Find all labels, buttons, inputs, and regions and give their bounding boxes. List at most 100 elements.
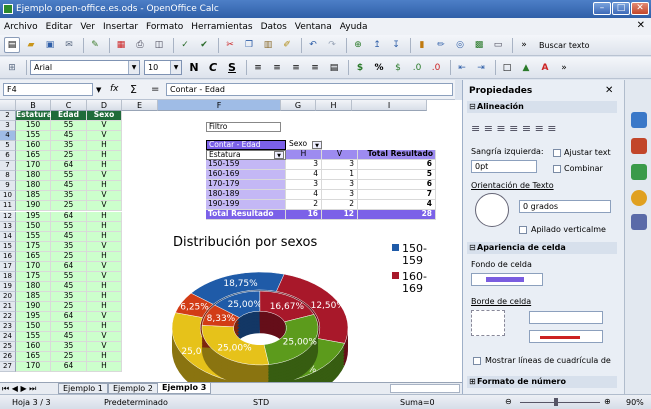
row-header-14[interactable]: 14 bbox=[0, 231, 16, 242]
row-header-26[interactable]: 26 bbox=[0, 352, 16, 363]
row-header-12[interactable]: 12 bbox=[0, 211, 16, 222]
format-paintbrush-icon[interactable]: ✐ bbox=[279, 37, 295, 53]
chevron-down-icon[interactable]: ▼ bbox=[128, 61, 139, 74]
delete-decimal-icon[interactable]: .0 bbox=[428, 60, 444, 76]
pivot-data-label[interactable]: Contar - Edad bbox=[206, 140, 286, 150]
pivot-total-value[interactable]: 16 bbox=[286, 209, 322, 220]
email-icon[interactable]: ✉ bbox=[61, 37, 77, 53]
data-cell[interactable]: V bbox=[87, 201, 122, 212]
pivot-value[interactable]: 7 bbox=[358, 189, 436, 200]
sum-readout[interactable]: Suma=0 bbox=[400, 398, 435, 407]
row-header-17[interactable]: 17 bbox=[0, 261, 16, 272]
row-header-25[interactable]: 25 bbox=[0, 342, 16, 353]
borders-icon[interactable]: □ bbox=[499, 60, 515, 76]
pivot-total-value[interactable]: 12 bbox=[322, 209, 358, 220]
undo-icon[interactable]: ↶ bbox=[305, 37, 321, 53]
name-box[interactable]: F4 bbox=[3, 83, 93, 96]
wrap-checkbox[interactable] bbox=[553, 149, 561, 157]
hyperlink-icon[interactable]: ⊕ bbox=[350, 37, 366, 53]
menu-ver[interactable]: Ver bbox=[80, 22, 95, 32]
styles-deck-icon[interactable] bbox=[631, 138, 647, 154]
paste-icon[interactable]: ▥ bbox=[260, 37, 276, 53]
horizontal-scrollbar[interactable] bbox=[390, 384, 460, 393]
page-style[interactable]: Predeterminado bbox=[104, 398, 168, 407]
background-color-dropdown[interactable] bbox=[471, 273, 543, 286]
decrease-indent-icon[interactable]: ⇤ bbox=[454, 60, 470, 76]
pie-chart[interactable]: Distribución por sexos 18,75% 12,50% 25,00%… bbox=[165, 228, 455, 382]
currency-icon[interactable]: $ bbox=[352, 60, 368, 76]
chevron-down-icon[interactable]: ▼ bbox=[96, 86, 101, 94]
pivot-column-item[interactable]: Total Resultado bbox=[358, 149, 436, 160]
sidebar-close-icon[interactable]: ✕ bbox=[605, 85, 613, 96]
new-document-icon[interactable]: ▤ bbox=[4, 37, 20, 53]
row-header-15[interactable]: 15 bbox=[0, 241, 16, 252]
zoom-level[interactable]: 90% bbox=[626, 398, 644, 407]
menu-formato[interactable]: Formato bbox=[146, 22, 183, 32]
menu-ayuda[interactable]: Ayuda bbox=[340, 22, 368, 32]
row-header-6[interactable]: 6 bbox=[0, 151, 16, 162]
print-icon[interactable]: ⎙ bbox=[132, 37, 148, 53]
row-header-27[interactable]: 27 bbox=[0, 362, 16, 373]
column-header-i[interactable]: I bbox=[352, 100, 427, 111]
insert-chart-icon[interactable]: ▮ bbox=[414, 37, 430, 53]
add-decimal-icon[interactable]: .0 bbox=[409, 60, 425, 76]
align-center-icon[interactable]: ≡ bbox=[269, 60, 285, 76]
row-header-21[interactable]: 21 bbox=[0, 301, 16, 312]
styles-icon[interactable]: ⊞ bbox=[4, 60, 20, 76]
menu-archivo[interactable]: Archivo bbox=[4, 22, 38, 32]
row-header-5[interactable]: 5 bbox=[0, 141, 16, 152]
open-folder-icon[interactable]: ▰ bbox=[23, 37, 39, 53]
number-format-header[interactable]: Formato de número bbox=[467, 376, 617, 388]
menu-herramientas[interactable]: Herramientas bbox=[191, 22, 252, 32]
row-header-22[interactable]: 22 bbox=[0, 312, 16, 323]
corner-cell[interactable] bbox=[0, 100, 16, 111]
row-header-11[interactable]: 11 bbox=[0, 201, 16, 212]
degrees-input[interactable]: 0 grados bbox=[519, 200, 611, 213]
row-header-18[interactable]: 18 bbox=[0, 271, 16, 282]
bold-icon[interactable]: N bbox=[186, 60, 202, 76]
sum-icon[interactable]: Σ bbox=[130, 83, 137, 96]
gallery-icon[interactable]: ▩ bbox=[471, 37, 487, 53]
column-header-e[interactable]: E bbox=[122, 100, 158, 111]
orientation-dial[interactable] bbox=[475, 193, 509, 227]
export-pdf-icon[interactable]: ▦ bbox=[113, 37, 129, 53]
background-color-icon[interactable]: ▲ bbox=[518, 60, 534, 76]
data-cell[interactable]: 25 bbox=[51, 201, 87, 212]
properties-deck-icon[interactable] bbox=[631, 112, 647, 128]
pivot-value[interactable]: 6 bbox=[358, 159, 436, 170]
collapse-icon[interactable]: ⊟ bbox=[469, 243, 476, 252]
line-color-dropdown[interactable] bbox=[529, 330, 603, 343]
zoom-in-icon[interactable]: ⊕ bbox=[604, 397, 611, 406]
function-wizard-icon[interactable]: fx bbox=[110, 84, 119, 94]
row-header-4[interactable]: 4 bbox=[0, 131, 16, 142]
line-style-dropdown[interactable] bbox=[529, 311, 603, 324]
row-header-23[interactable]: 23 bbox=[0, 322, 16, 333]
pivot-total-value[interactable]: 28 bbox=[358, 209, 436, 220]
standard-number-icon[interactable]: $ bbox=[390, 60, 406, 76]
percent-icon[interactable]: % bbox=[371, 60, 387, 76]
column-header-g[interactable]: G bbox=[281, 100, 316, 111]
collapse-icon[interactable]: ⊟ bbox=[469, 102, 476, 111]
indent-input[interactable]: 0pt bbox=[471, 160, 537, 173]
merge-cells-icon[interactable]: ▤ bbox=[326, 60, 342, 76]
autospell-icon[interactable]: ✔ bbox=[196, 37, 212, 53]
row-header-16[interactable]: 16 bbox=[0, 251, 16, 262]
data-cell[interactable]: 64 bbox=[51, 361, 87, 373]
save-icon[interactable]: ▣ bbox=[42, 37, 58, 53]
data-cell[interactable]: 190 bbox=[16, 201, 51, 212]
redo-icon[interactable]: ↷ bbox=[324, 37, 340, 53]
menu-ventana[interactable]: Ventana bbox=[295, 22, 332, 32]
zoom-slider[interactable] bbox=[520, 402, 600, 403]
close-document-icon[interactable]: ✕ bbox=[637, 20, 645, 31]
minimize-button[interactable]: – bbox=[593, 2, 611, 15]
italic-icon[interactable]: C bbox=[205, 60, 221, 76]
font-name-combo[interactable]: Arial ▼ bbox=[30, 60, 140, 75]
gallery-deck-icon[interactable] bbox=[631, 164, 647, 180]
row-header-7[interactable]: 7 bbox=[0, 161, 16, 172]
pivot-value[interactable]: 5 bbox=[358, 169, 436, 180]
menu-datos[interactable]: Datos bbox=[261, 22, 287, 32]
copy-icon[interactable]: ❐ bbox=[241, 37, 257, 53]
navigator-icon[interactable]: ◎ bbox=[452, 37, 468, 53]
functions-deck-icon[interactable] bbox=[631, 214, 647, 230]
vertical-stack-checkbox[interactable] bbox=[519, 226, 527, 234]
